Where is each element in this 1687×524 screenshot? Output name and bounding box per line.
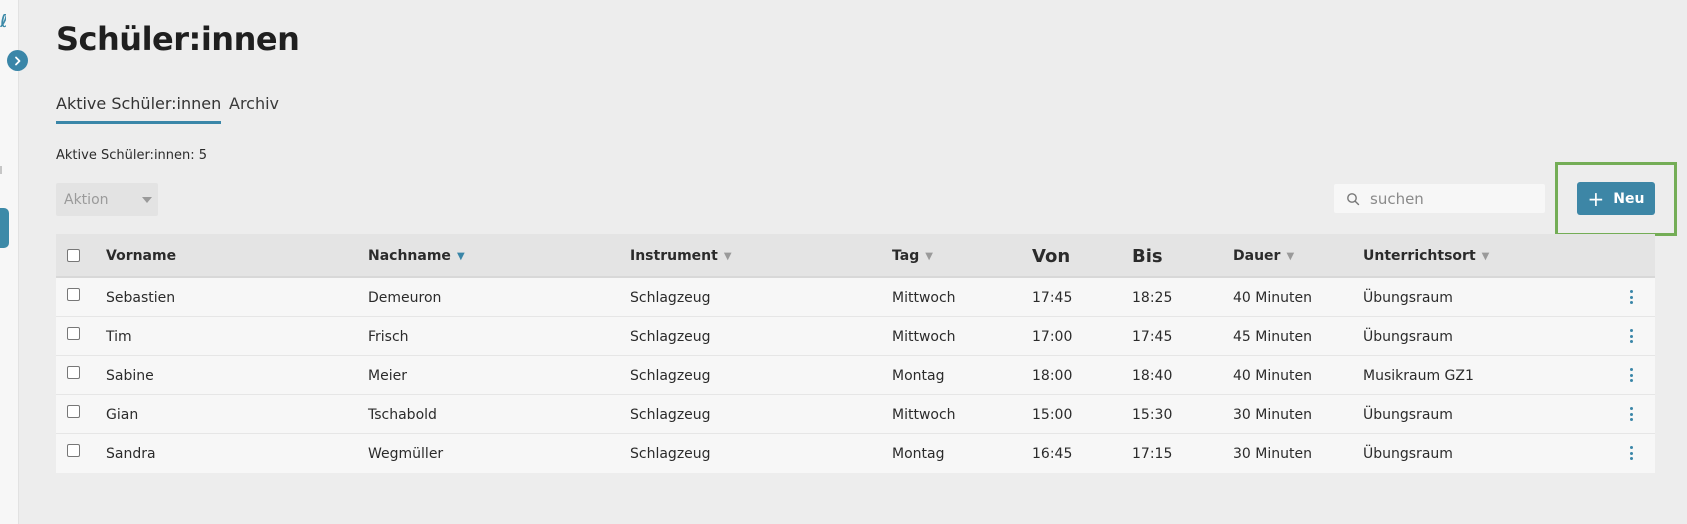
new-button[interactable]: + Neu: [1577, 182, 1655, 215]
cell-instrument: Schlagzeug: [630, 328, 711, 345]
cell-instrument: Schlagzeug: [630, 406, 711, 423]
student-count: Aktive Schüler:innen: 5: [56, 148, 208, 163]
row-checkbox[interactable]: [67, 405, 80, 418]
page-title: Schüler:innen: [56, 20, 300, 58]
cell-von: 17:45: [1032, 289, 1073, 306]
cell-von: 18:00: [1032, 367, 1073, 384]
sort-icon: ▼: [1481, 250, 1490, 262]
new-button-label: Neu: [1613, 190, 1645, 207]
caret-down-icon: [142, 197, 152, 203]
sort-desc-icon: ▼: [456, 250, 465, 262]
cell-bis: 17:45: [1132, 328, 1173, 345]
cell-nachname: Meier: [368, 367, 407, 384]
row-checkbox[interactable]: [67, 444, 80, 457]
cell-tag: Mittwoch: [892, 328, 956, 345]
cell-bis: 17:15: [1132, 445, 1173, 462]
column-header-vorname[interactable]: Vorname: [106, 234, 176, 278]
row-checkbox[interactable]: [67, 327, 80, 340]
column-header-dauer[interactable]: Dauer ▼: [1233, 234, 1294, 278]
sidebar-expand-button[interactable]: [7, 50, 28, 71]
cell-instrument: Schlagzeug: [630, 445, 711, 462]
table-row[interactable]: Sandra Wegmüller Schlagzeug Montag 16:45…: [56, 434, 1655, 473]
table-header: Vorname Nachname ▼ Instrument ▼ Tag ▼ Vo…: [56, 234, 1655, 278]
sort-icon: ▼: [925, 250, 933, 262]
cell-tag: Mittwoch: [892, 406, 956, 423]
cell-von: 17:00: [1032, 328, 1073, 345]
sidebar: ℓ: [0, 0, 19, 524]
cell-dauer: 45 Minuten: [1233, 328, 1312, 345]
cell-dauer: 40 Minuten: [1233, 367, 1312, 384]
cell-vorname: Tim: [106, 328, 132, 345]
cell-bis: 15:30: [1132, 406, 1173, 423]
plus-icon: +: [1587, 186, 1605, 211]
cell-nachname: Tschabold: [368, 406, 437, 423]
table-row[interactable]: Tim Frisch Schlagzeug Mittwoch 17:00 17:…: [56, 317, 1655, 356]
cell-dauer: 40 Minuten: [1233, 289, 1312, 306]
row-checkbox[interactable]: [67, 288, 80, 301]
more-vertical-icon[interactable]: [1625, 288, 1637, 306]
cell-unterrichtsort: Übungsraum: [1363, 406, 1453, 423]
cell-vorname: Sebastien: [106, 289, 176, 306]
tab-active-students[interactable]: Aktive Schüler:innen: [56, 94, 222, 124]
table-row[interactable]: Gian Tschabold Schlagzeug Mittwoch 15:00…: [56, 395, 1655, 434]
more-vertical-icon[interactable]: [1625, 405, 1637, 423]
cell-nachname: Demeuron: [368, 289, 442, 306]
search-icon: [1347, 192, 1360, 205]
cell-von: 15:00: [1032, 406, 1073, 423]
cell-unterrichtsort: Musikraum GZ1: [1363, 367, 1474, 384]
cell-unterrichtsort: Übungsraum: [1363, 328, 1453, 345]
cell-nachname: Wegmüller: [368, 445, 444, 462]
cell-dauer: 30 Minuten: [1233, 406, 1312, 423]
more-vertical-icon[interactable]: [1625, 327, 1637, 345]
cell-instrument: Schlagzeug: [630, 367, 711, 384]
cell-tag: Montag: [892, 445, 945, 462]
action-select[interactable]: Aktion: [56, 183, 158, 216]
search-box[interactable]: [1334, 184, 1545, 213]
select-all-checkbox[interactable]: [67, 249, 80, 262]
cell-unterrichtsort: Übungsraum: [1363, 445, 1453, 462]
sidebar-item-active[interactable]: [0, 208, 9, 248]
more-vertical-icon[interactable]: [1625, 444, 1637, 462]
sort-icon: ▼: [723, 250, 732, 262]
cell-vorname: Sandra: [106, 445, 156, 462]
table-body: Sebastien Demeuron Schlagzeug Mittwoch 1…: [56, 278, 1655, 473]
sort-icon: ▼: [1286, 250, 1295, 262]
cell-bis: 18:25: [1132, 289, 1173, 306]
cell-bis: 18:40: [1132, 367, 1173, 384]
cell-tag: Mittwoch: [892, 289, 956, 306]
search-input[interactable]: [1370, 189, 1530, 208]
cell-von: 16:45: [1032, 445, 1073, 462]
action-select-value: Aktion: [64, 191, 109, 208]
sidebar-divider: [0, 166, 2, 174]
tab-archive[interactable]: Archiv: [229, 94, 279, 121]
chevron-right-icon: [14, 56, 20, 65]
cell-vorname: Sabine: [106, 367, 154, 384]
column-header-von[interactable]: Von: [1032, 234, 1070, 278]
column-header-bis[interactable]: Bis: [1132, 234, 1163, 278]
column-header-nachname[interactable]: Nachname ▼: [368, 234, 465, 278]
column-header-instrument[interactable]: Instrument ▼: [630, 234, 732, 278]
cell-dauer: 30 Minuten: [1233, 445, 1312, 462]
cell-vorname: Gian: [106, 406, 139, 423]
row-checkbox[interactable]: [67, 366, 80, 379]
students-table: Vorname Nachname ▼ Instrument ▼ Tag ▼ Vo…: [56, 234, 1655, 473]
cell-instrument: Schlagzeug: [630, 289, 711, 306]
cell-nachname: Frisch: [368, 328, 409, 345]
table-row[interactable]: Sabine Meier Schlagzeug Montag 18:00 18:…: [56, 356, 1655, 395]
more-vertical-icon[interactable]: [1625, 366, 1637, 384]
column-header-tag[interactable]: Tag ▼: [892, 234, 933, 278]
cell-tag: Montag: [892, 367, 945, 384]
cell-unterrichtsort: Übungsraum: [1363, 289, 1453, 306]
column-header-unterrichtsort[interactable]: Unterrichtsort ▼: [1363, 234, 1489, 278]
table-row[interactable]: Sebastien Demeuron Schlagzeug Mittwoch 1…: [56, 278, 1655, 317]
app-logo[interactable]: ℓ: [0, 14, 6, 30]
